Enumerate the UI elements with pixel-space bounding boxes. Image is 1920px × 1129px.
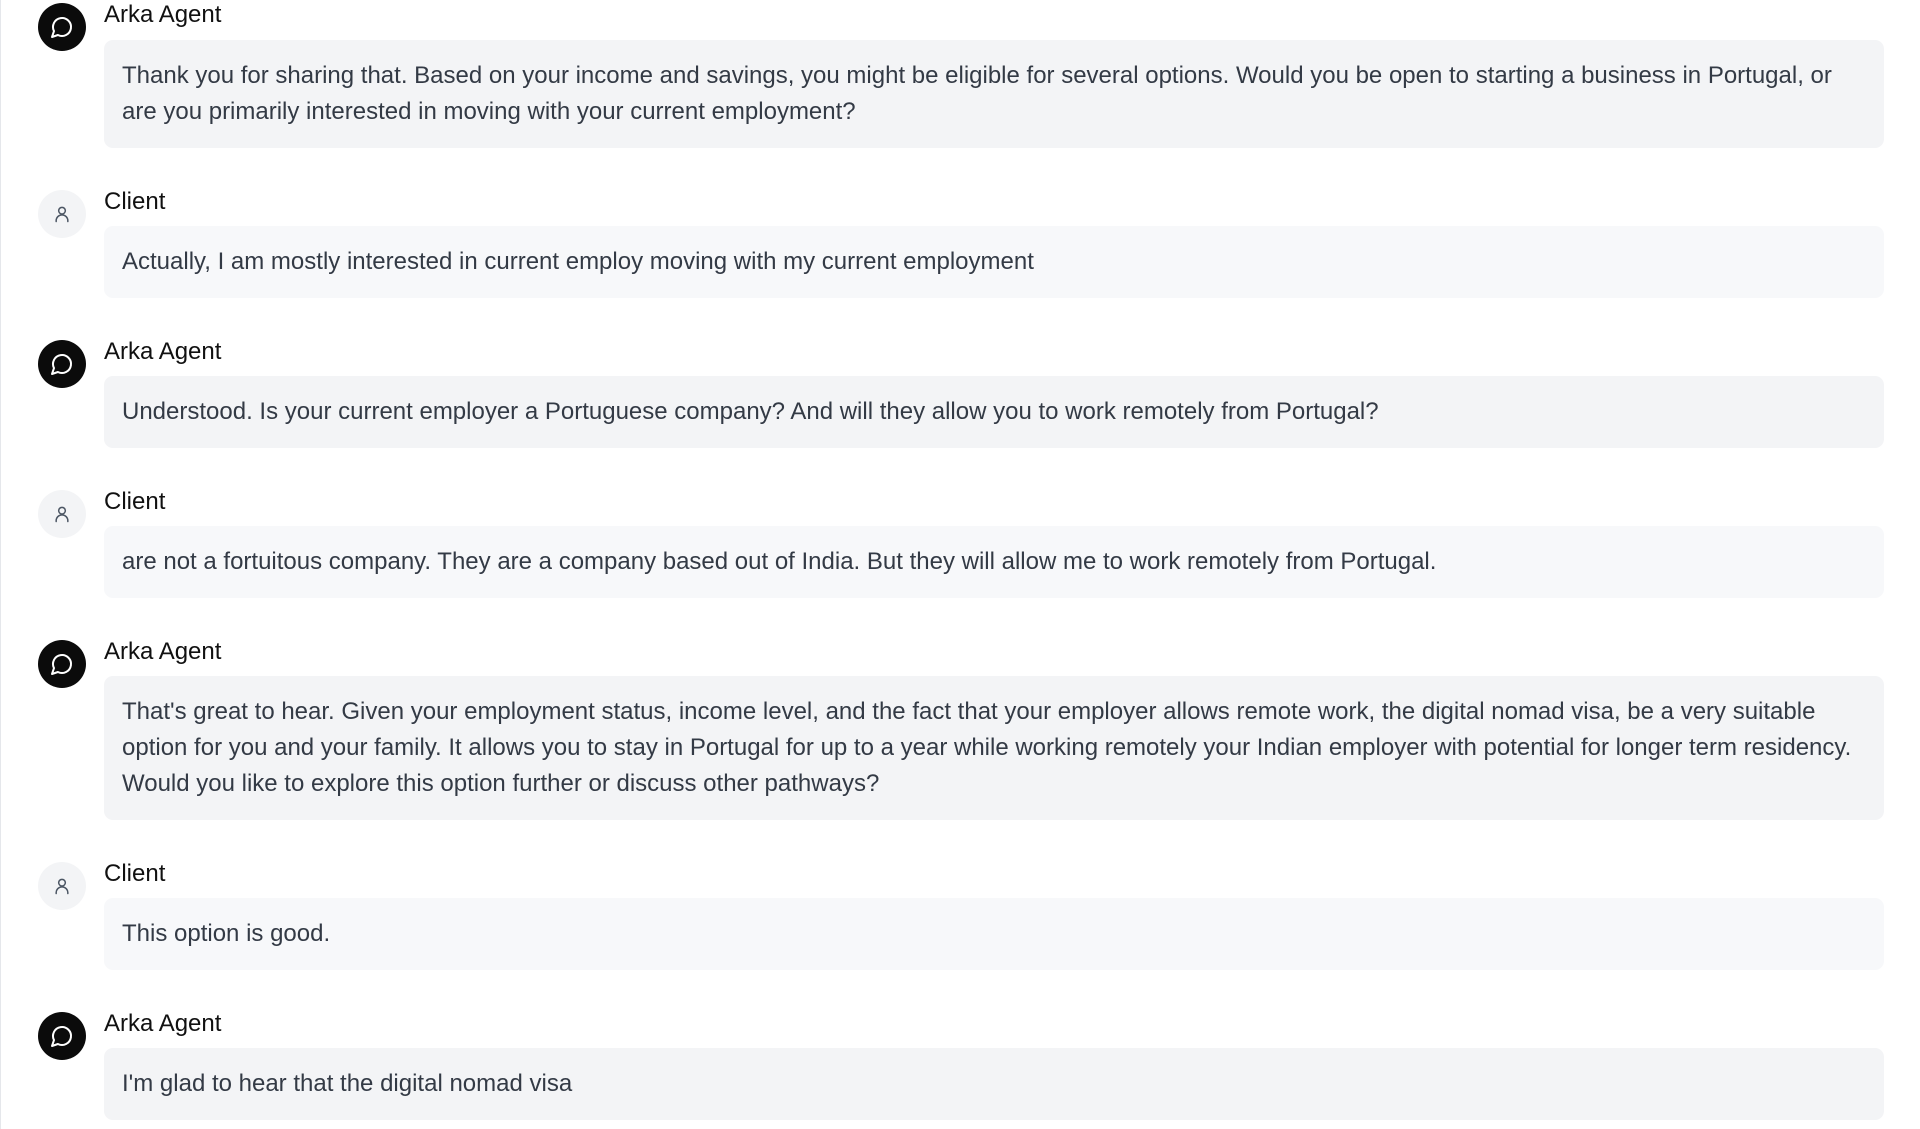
user-icon <box>55 878 69 895</box>
user-icon <box>55 506 69 523</box>
speaker-name: Client <box>104 488 166 515</box>
client-avatar <box>38 490 86 538</box>
message-bubble: That's great to hear. Given your employm… <box>104 676 1884 820</box>
speaker-name: Arka Agent <box>104 338 222 365</box>
speaker-name: Arka Agent <box>104 638 222 665</box>
agent-avatar <box>38 340 86 388</box>
conversation-page: Arka Agent Thank you for sharing that. B… <box>0 0 1920 1129</box>
message-bubble: This option is good. <box>104 898 1884 970</box>
client-avatar <box>38 190 86 238</box>
client-avatar <box>38 862 86 910</box>
message-bubble: Actually, I am mostly interested in curr… <box>104 226 1884 298</box>
message-bubble: Understood. Is your current employer a P… <box>104 376 1884 448</box>
agent-avatar <box>38 1012 86 1060</box>
agent-avatar <box>38 640 86 688</box>
speaker-name: Arka Agent <box>104 1010 222 1037</box>
agent-avatar <box>38 3 86 51</box>
message-bubble: Thank you for sharing that. Based on you… <box>104 40 1884 148</box>
chat-bubble-icon <box>51 1026 72 1047</box>
speaker-name: Client <box>104 188 166 215</box>
chat-bubble-icon <box>51 354 72 375</box>
message-bubble: I'm glad to hear that the digital nomad … <box>104 1048 1884 1120</box>
chat-bubble-icon <box>51 17 72 38</box>
user-icon <box>55 206 69 223</box>
speaker-name: Client <box>104 860 166 887</box>
chat-bubble-icon <box>51 654 72 675</box>
message-bubble: are not a fortuitous company. They are a… <box>104 526 1884 598</box>
speaker-name: Arka Agent <box>104 1 222 28</box>
